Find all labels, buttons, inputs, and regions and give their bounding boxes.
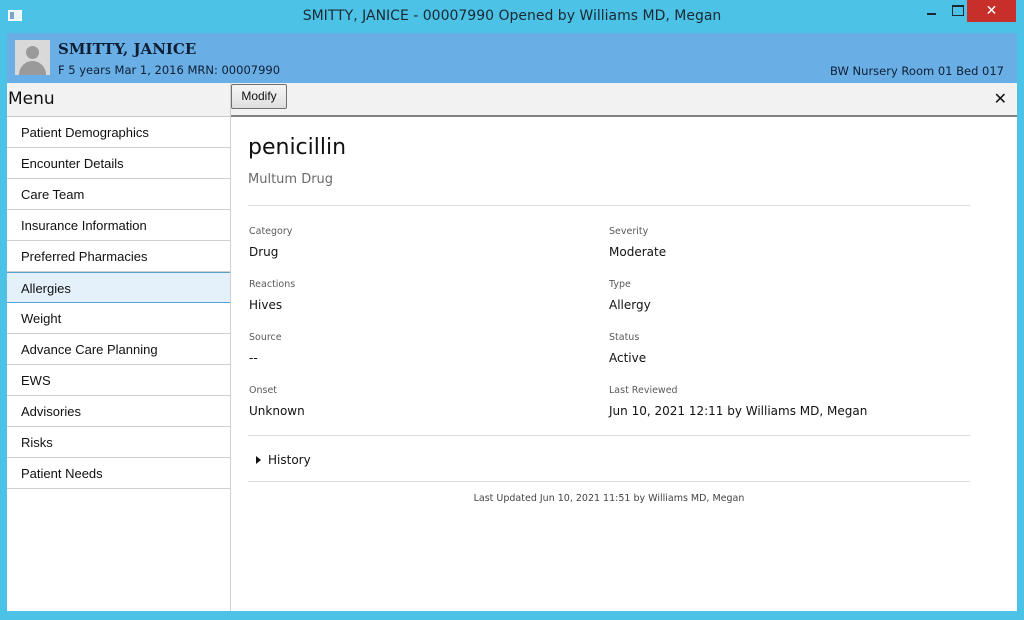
field-reactions: Reactions Hives [249, 279, 295, 312]
caret-right-icon [256, 456, 261, 464]
menu-header: Menu [7, 83, 230, 117]
field-value: Jun 10, 2021 12:11 by Williams MD, Megan [609, 404, 868, 418]
field-source: Source -- [249, 332, 282, 365]
sidebar-item-encounter-details[interactable]: Encounter Details [7, 148, 230, 179]
sidebar-item-weight[interactable]: Weight [7, 303, 230, 334]
field-label: Onset [249, 385, 278, 396]
last-updated-note: Last Updated Jun 10, 2021 11:51 by Willi… [473, 493, 745, 504]
window-close-button[interactable]: ✕ [967, 0, 1016, 22]
field-value: -- [249, 351, 258, 365]
window-title: SMITTY, JANICE - 00007990 Opened by Will… [302, 8, 722, 24]
field-value: Drug [249, 245, 279, 259]
patient-banner: SMITTY, JANICE F 5 years Mar 1, 2016 MRN… [7, 33, 1017, 83]
field-category: Category Drug [249, 226, 292, 259]
sidebar-item-patient-needs[interactable]: Patient Needs [7, 458, 230, 489]
window-titlebar: SMITTY, JANICE - 00007990 Opened by Will… [0, 0, 1024, 33]
field-value: Active [609, 351, 647, 365]
divider [248, 481, 970, 482]
field-label: Type [609, 279, 631, 290]
allergen-name: penicillin [248, 135, 347, 160]
field-value: Moderate [609, 245, 667, 259]
field-label: Reactions [249, 279, 296, 290]
field-severity: Severity Moderate [609, 226, 666, 259]
patient-avatar-icon [15, 40, 50, 75]
field-onset: Onset Unknown [249, 385, 305, 418]
patient-location: BW Nursery Room 01 Bed 017 [830, 64, 1004, 78]
field-value: Allergy [609, 298, 651, 312]
field-last-reviewed: Last Reviewed Jun 10, 2021 12:11 by Will… [609, 385, 867, 418]
sidebar-item-allergies[interactable]: Allergies [7, 272, 230, 303]
modify-button[interactable]: Modify [231, 84, 287, 109]
sidebar-item-ews[interactable]: EWS [7, 365, 230, 396]
field-status: Status Active [609, 332, 646, 365]
field-label: Last Reviewed [609, 385, 678, 396]
maximize-button[interactable] [948, 0, 966, 22]
allergen-source-subtitle: Multum Drug [248, 172, 334, 187]
history-expander[interactable]: History [256, 453, 311, 467]
field-label: Category [249, 226, 293, 237]
sidebar-item-patient-demographics[interactable]: Patient Demographics [7, 117, 230, 148]
divider [248, 205, 970, 206]
patient-info: F 5 years Mar 1, 2016 MRN: 00007990 [58, 63, 281, 77]
sidebar-item-advance-care-planning[interactable]: Advance Care Planning [7, 334, 230, 365]
field-value: Hives [249, 298, 283, 312]
sidebar-item-insurance-information[interactable]: Insurance Information [7, 210, 230, 241]
field-type: Type Allergy [609, 279, 651, 312]
close-panel-icon[interactable]: ✕ [994, 89, 1007, 108]
history-label: History [268, 453, 311, 467]
sidebar-item-care-team[interactable]: Care Team [7, 179, 230, 210]
sidebar-item-advisories[interactable]: Advisories [7, 396, 230, 427]
main-content: Menu Patient Demographics Encounter Deta… [7, 83, 1017, 611]
minimize-button[interactable] [922, 0, 940, 22]
field-label: Status [609, 332, 640, 343]
sidebar-menu: Menu Patient Demographics Encounter Deta… [7, 83, 231, 611]
sidebar-item-preferred-pharmacies[interactable]: Preferred Pharmacies [7, 241, 230, 272]
divider [248, 435, 970, 436]
detail-toolbar: Modify ✕ [231, 83, 1017, 117]
field-label: Source [249, 332, 282, 343]
field-label: Severity [609, 226, 649, 237]
sidebar-item-risks[interactable]: Risks [7, 427, 230, 458]
field-value: Unknown [249, 404, 305, 418]
patient-name: SMITTY, JANICE [58, 40, 197, 58]
